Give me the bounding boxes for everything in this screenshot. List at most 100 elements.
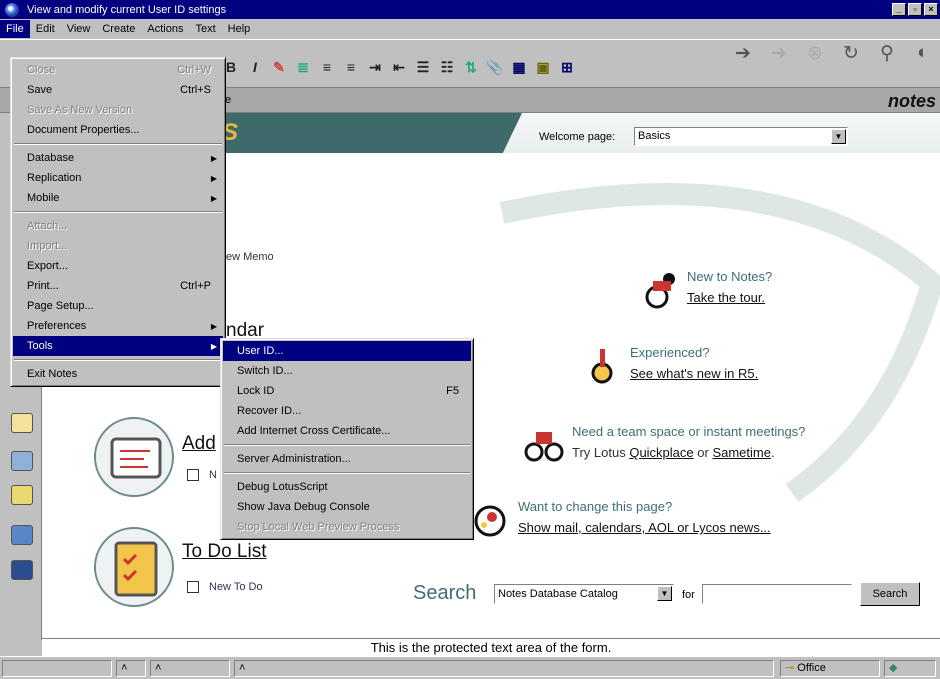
menu-separator (14, 211, 222, 213)
search-button[interactable]: Search (860, 582, 920, 606)
menu-file[interactable]: File (0, 20, 30, 38)
bullets-icon[interactable]: ☰ (414, 58, 432, 76)
promo-new-to-notes: New to Notes? Take the tour. (639, 269, 772, 309)
mail-status-cell[interactable]: ◆ (884, 660, 936, 677)
maximize-button[interactable]: ▫ (908, 3, 922, 16)
image-icon[interactable]: ▣ (534, 58, 552, 76)
text-color-icon[interactable]: ≣ (294, 58, 312, 76)
menu-item-database[interactable]: Database ▶ (13, 148, 223, 168)
web-bookmark-icon[interactable] (11, 525, 33, 545)
new-todo-link[interactable]: New To Do (209, 581, 263, 593)
notes-orb-icon[interactable]: ◐ (912, 42, 934, 64)
search-label: Search (413, 582, 477, 604)
menu-item-replication[interactable]: Replication ▶ (13, 168, 223, 188)
promo-new-heading: New to Notes? (687, 269, 773, 284)
menu-item-close[interactable]: Close Ctrl+W (13, 60, 223, 80)
chevron-down-icon[interactable]: ▼ (831, 129, 846, 144)
menu-item-exit-notes[interactable]: Exit Notes (13, 364, 223, 384)
menu-view[interactable]: View (61, 20, 97, 38)
new-document-icon[interactable] (187, 469, 199, 481)
attach-icon[interactable]: 📎 (486, 58, 504, 76)
menu-edit[interactable]: Edit (30, 20, 61, 38)
status-bar: ˄ ˄ ˄ ⊸ Office ◆ (0, 656, 940, 679)
hotspot-icon[interactable]: ⊞ (558, 58, 576, 76)
calendar-bookmark-icon[interactable] (11, 451, 33, 471)
status-cell-message (2, 660, 112, 677)
address-book-image[interactable] (94, 417, 174, 497)
todo-image[interactable] (94, 527, 174, 607)
menu-item-debug-lotusscript[interactable]: Debug LotusScript (223, 477, 471, 497)
stop-icon[interactable]: ⊗ (804, 42, 826, 64)
welcome-page-select[interactable]: Basics ▼ (634, 127, 848, 146)
menu-item-preferences[interactable]: Preferences ▶ (13, 316, 223, 336)
menu-item-java-debug-console[interactable]: Show Java Debug Console (223, 497, 471, 517)
address-book-title[interactable]: Add (182, 433, 216, 455)
menu-item-tools[interactable]: Tools ▶ (13, 336, 223, 356)
menu-create[interactable]: Create (96, 20, 141, 38)
window-title: View and modify current User ID settings (27, 3, 227, 16)
outdent-icon[interactable]: ⇤ (390, 58, 408, 76)
menu-item-print[interactable]: Print... Ctrl+P (13, 276, 223, 296)
new-contact-fragment[interactable]: N (209, 469, 217, 481)
back-icon[interactable]: ➔ (732, 42, 754, 64)
promo-team-space: Need a team space or instant meetings? T… (524, 424, 805, 464)
show-news-link[interactable]: Show mail, calendars, AOL or Lycos news.… (518, 520, 771, 535)
status-cell-c[interactable]: ˄ (234, 660, 774, 677)
status-cell-a[interactable]: ˄ (116, 660, 146, 677)
indent-icon[interactable]: ⇥ (366, 58, 384, 76)
menu-item-switch-id[interactable]: Switch ID... (223, 361, 471, 381)
quickplace-link[interactable]: Quickplace (629, 445, 693, 460)
menu-item-save[interactable]: Save Ctrl+S (13, 80, 223, 100)
search-input[interactable] (702, 584, 852, 604)
welcome-page-value: Basics (638, 130, 671, 142)
menu-item-user-id[interactable]: User ID... (223, 341, 471, 361)
align-center-icon[interactable]: ≡ (342, 58, 360, 76)
search-icon[interactable]: ⚲ (876, 42, 898, 64)
refresh-icon[interactable]: ↻ (840, 42, 862, 64)
italic-icon[interactable]: I (246, 58, 264, 76)
menu-item-save-as-new-version[interactable]: Save As New Version (13, 100, 223, 120)
table-icon[interactable]: ▦ (510, 58, 528, 76)
unicycle-rider-icon (645, 273, 675, 309)
menu-item-stop-web-preview[interactable]: Stop Local Web Preview Process (223, 517, 471, 537)
align-left-icon[interactable]: ≡ (318, 58, 336, 76)
search-scope-select[interactable]: Notes Database Catalog ▼ (494, 584, 674, 604)
menu-item-recover-id[interactable]: Recover ID... (223, 401, 471, 421)
menu-item-add-cross-certificate[interactable]: Add Internet Cross Certificate... (223, 421, 471, 441)
chevron-down-icon[interactable]: ▼ (657, 586, 672, 601)
databases-bookmark-icon[interactable] (11, 560, 33, 580)
close-button[interactable]: × (924, 3, 938, 16)
menu-item-server-administration[interactable]: Server Administration... (223, 449, 471, 469)
unicyclist-icon (591, 349, 613, 384)
mail-bookmark-icon[interactable] (11, 413, 33, 433)
menu-item-page-setup[interactable]: Page Setup... (13, 296, 223, 316)
permute-icon[interactable]: ⇅ (462, 58, 480, 76)
search-scope-value: Notes Database Catalog (498, 588, 618, 600)
minimize-button[interactable]: _ (892, 3, 906, 16)
menu-separator (14, 143, 222, 145)
folder-bookmark-icon[interactable] (11, 485, 33, 505)
numbering-icon[interactable]: ☷ (438, 58, 456, 76)
menu-text[interactable]: Text (189, 20, 221, 38)
menu-item-attach[interactable]: Attach... (13, 216, 223, 236)
new-document-icon[interactable] (187, 581, 199, 593)
for-label: for (682, 589, 695, 601)
todo-title[interactable]: To Do List (182, 541, 266, 563)
menu-help[interactable]: Help (222, 20, 257, 38)
forward-icon[interactable]: ➔ (768, 42, 790, 64)
promo-team-suffix: . (770, 445, 775, 460)
menu-item-export[interactable]: Export... (13, 256, 223, 276)
take-tour-link[interactable]: Take the tour. (687, 290, 772, 305)
menu-separator (224, 444, 470, 446)
sametime-link[interactable]: Sametime (712, 445, 771, 460)
menu-actions[interactable]: Actions (141, 20, 189, 38)
menu-item-lock-id[interactable]: Lock ID F5 (223, 381, 471, 401)
highlighter-icon[interactable]: ✎ (270, 58, 288, 76)
status-cell-b[interactable]: ˄ (150, 660, 230, 677)
menu-item-import[interactable]: Import... (13, 236, 223, 256)
menu-item-document-properties[interactable]: Document Properties... (13, 120, 223, 140)
location-selector[interactable]: ⊸ Office (780, 660, 880, 677)
whats-new-link[interactable]: See what's new in R5. (630, 366, 758, 381)
menu-item-mobile[interactable]: Mobile ▶ (13, 188, 223, 208)
new-memo-fragment[interactable]: ew Memo (226, 251, 274, 263)
